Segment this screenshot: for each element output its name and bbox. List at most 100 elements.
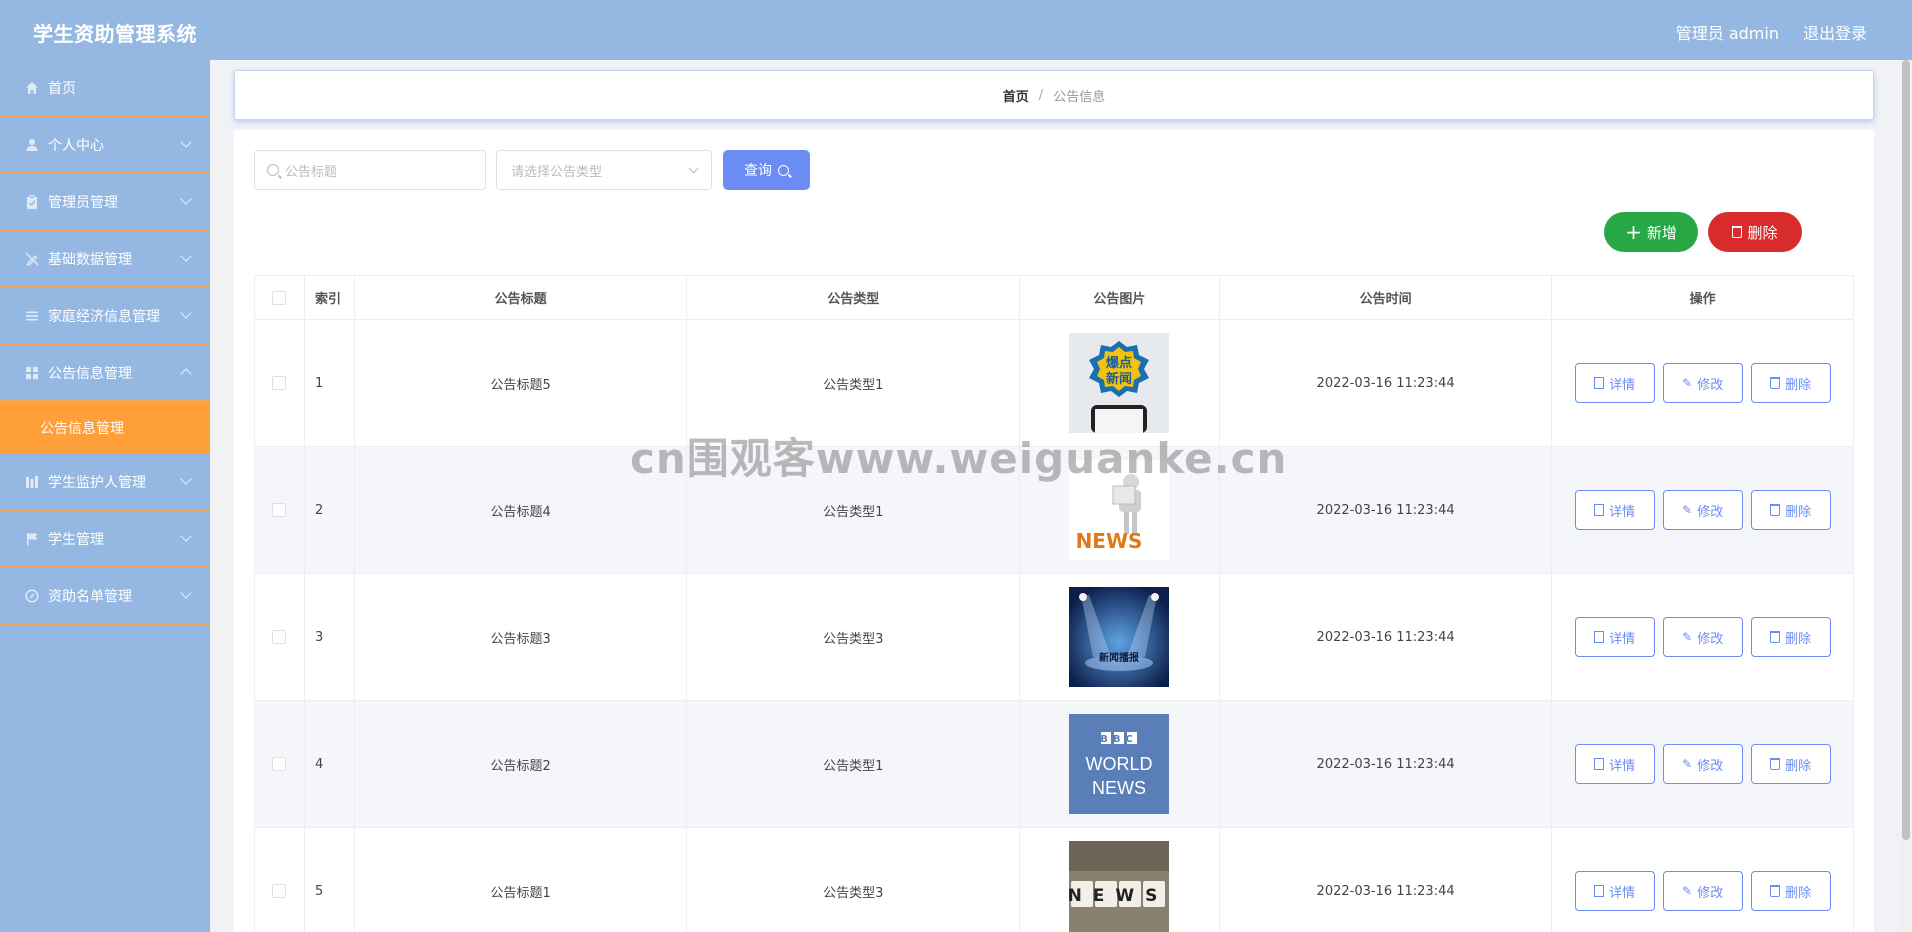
- sidebar-item-aid-list[interactable]: 资助名单管理: [0, 568, 210, 625]
- detail-label: 详情: [1609, 885, 1636, 901]
- edit-button[interactable]: ✎ 修改: [1662, 871, 1743, 911]
- notice-image-news-broadcast[interactable]: 新闻播报: [1069, 587, 1170, 687]
- row-checkbox[interactable]: [272, 503, 287, 517]
- trash-icon: [1770, 504, 1781, 516]
- logout-link[interactable]: 退出登录: [1803, 20, 1867, 44]
- sidebar-item-label: 学生监护人管理: [48, 474, 146, 491]
- edit-button[interactable]: ✎ 修改: [1662, 744, 1743, 784]
- row-type: 公告类型1: [687, 701, 1021, 827]
- row-checkbox[interactable]: [272, 630, 287, 644]
- row-title: 公告标题1: [355, 828, 688, 932]
- sidebar-item-label: 首页: [48, 80, 76, 97]
- row-checkbox[interactable]: [272, 376, 287, 390]
- detail-label: 详情: [1609, 377, 1636, 393]
- add-button[interactable]: + 新增: [1604, 212, 1698, 252]
- row-title: 公告标题2: [355, 701, 688, 827]
- sidebar: 首页 个人中心 管理员管理 基础数据管理 家庭经济信息管理 公告信息管理 公告信…: [0, 60, 210, 932]
- table-row: 4 公告标题2 公告类型1 BBC WORLD NEWS 2022-03-16: [255, 701, 1853, 828]
- sidebar-subitem-notice-management[interactable]: 公告信息管理: [0, 402, 210, 454]
- top-bar: 学生资助管理系统 管理员 admin 退出登录: [0, 0, 1912, 60]
- column-header: 索引: [305, 276, 355, 319]
- row-checkbox[interactable]: [272, 757, 287, 771]
- search-icon: [778, 164, 789, 176]
- edit-button[interactable]: ✎ 修改: [1662, 363, 1743, 403]
- breadcrumb-separator: /: [1038, 87, 1044, 103]
- notice-image-breaking-news[interactable]: 爆点 新闻: [1069, 333, 1170, 433]
- batch-delete-button[interactable]: 删除: [1708, 212, 1802, 252]
- thumb-text-line2: 新闻: [1106, 371, 1132, 387]
- add-button-label: 新增: [1646, 223, 1677, 242]
- detail-button[interactable]: 详情: [1574, 490, 1655, 530]
- table-header-row: 索引 公告标题 公告类型 公告图片 公告时间 操作: [255, 276, 1853, 320]
- thumb-text: NEWS: [1069, 886, 1168, 906]
- thumb-text-bbc: BBC: [1101, 734, 1139, 745]
- delete-label: 删除: [1785, 885, 1812, 901]
- delete-button[interactable]: 删除: [1750, 744, 1831, 784]
- notice-image-news-blocks[interactable]: NEWS: [1069, 841, 1170, 932]
- row-select-cell: [255, 701, 305, 827]
- row-time: 2022-03-16 11:23:44: [1220, 701, 1553, 827]
- row-select-cell: [255, 828, 305, 932]
- delete-label: 删除: [1785, 631, 1812, 647]
- row-actions: 详情 ✎ 修改 删除: [1552, 320, 1853, 446]
- sidebar-item-label: 公告信息管理: [48, 365, 132, 382]
- thumb-text-world: WORLD: [1086, 754, 1153, 774]
- edit-button[interactable]: ✎ 修改: [1662, 617, 1743, 657]
- admin-user-label[interactable]: 管理员 admin: [1676, 20, 1779, 44]
- sidebar-item-family-economy[interactable]: 家庭经济信息管理: [0, 288, 210, 345]
- edit-label: 修改: [1697, 758, 1724, 774]
- row-title: 公告标题4: [355, 447, 688, 573]
- notice-title-search-input[interactable]: 公告标题: [254, 150, 486, 190]
- delete-button[interactable]: 删除: [1750, 363, 1831, 403]
- delete-label: 删除: [1785, 758, 1812, 774]
- edit-button[interactable]: ✎ 修改: [1662, 490, 1743, 530]
- plus-icon: +: [1625, 220, 1642, 244]
- breadcrumb-home[interactable]: 首页: [1003, 86, 1029, 105]
- sidebar-item-guardian-management[interactable]: 学生监护人管理: [0, 454, 210, 511]
- delete-button[interactable]: 删除: [1750, 617, 1831, 657]
- sidebar-item-notice-management[interactable]: 公告信息管理: [0, 345, 210, 402]
- delete-button[interactable]: 删除: [1750, 490, 1831, 530]
- edit-label: 修改: [1697, 885, 1724, 901]
- row-actions: 详情 ✎ 修改 删除: [1552, 574, 1853, 700]
- sidebar-item-label: 基础数据管理: [48, 251, 132, 268]
- edit-icon: ✎: [1682, 503, 1693, 517]
- row-select-cell: [255, 320, 305, 446]
- chevron-down-icon: [180, 250, 192, 262]
- batch-delete-label: 删除: [1747, 223, 1778, 242]
- notice-image-bbc-world-news[interactable]: BBC WORLD NEWS: [1069, 714, 1170, 814]
- chevron-down-icon: [180, 587, 192, 599]
- sidebar-item-student-management[interactable]: 学生管理: [0, 511, 210, 568]
- row-type: 公告类型3: [687, 828, 1021, 932]
- sidebar-item-basic-data[interactable]: 基础数据管理: [0, 231, 210, 288]
- table-row: 2 公告标题4 公告类型1 NEWS 2022-03-16 11:23:44 详…: [255, 447, 1853, 574]
- sidebar-item-label: 学生管理: [48, 531, 104, 548]
- notice-image-news-reader[interactable]: NEWS: [1069, 460, 1170, 560]
- delete-button[interactable]: 删除: [1750, 871, 1831, 911]
- detail-button[interactable]: 详情: [1574, 871, 1655, 911]
- row-index: 5: [305, 828, 355, 932]
- grid-icon: [24, 365, 40, 381]
- app-title: 学生资助管理系统: [33, 22, 197, 46]
- row-image-cell: 新闻播报: [1020, 574, 1220, 700]
- breadcrumb-current: 公告信息: [1053, 89, 1106, 105]
- sidebar-item-personal-center[interactable]: 个人中心: [0, 117, 210, 174]
- row-type: 公告类型1: [687, 320, 1021, 446]
- detail-button[interactable]: 详情: [1574, 617, 1655, 657]
- sidebar-item-admin-management[interactable]: 管理员管理: [0, 174, 210, 231]
- detail-button[interactable]: 详情: [1574, 744, 1655, 784]
- column-header: 公告图片: [1020, 276, 1220, 319]
- pen-off-icon: [24, 251, 40, 267]
- query-button[interactable]: 查询: [723, 150, 810, 190]
- delete-label: 删除: [1785, 377, 1812, 393]
- row-actions: 详情 ✎ 修改 删除: [1552, 701, 1853, 827]
- chevron-up-icon: [180, 368, 192, 380]
- row-checkbox[interactable]: [272, 884, 287, 898]
- notice-type-select[interactable]: 请选择公告类型: [496, 150, 712, 190]
- sidebar-item-home[interactable]: 首页: [0, 60, 210, 117]
- page-scrollbar[interactable]: [1900, 60, 1912, 932]
- select-all-checkbox[interactable]: [272, 290, 287, 305]
- detail-button[interactable]: 详情: [1574, 363, 1655, 403]
- search-placeholder: 公告标题: [285, 164, 338, 180]
- scrollbar-thumb[interactable]: [1902, 60, 1910, 840]
